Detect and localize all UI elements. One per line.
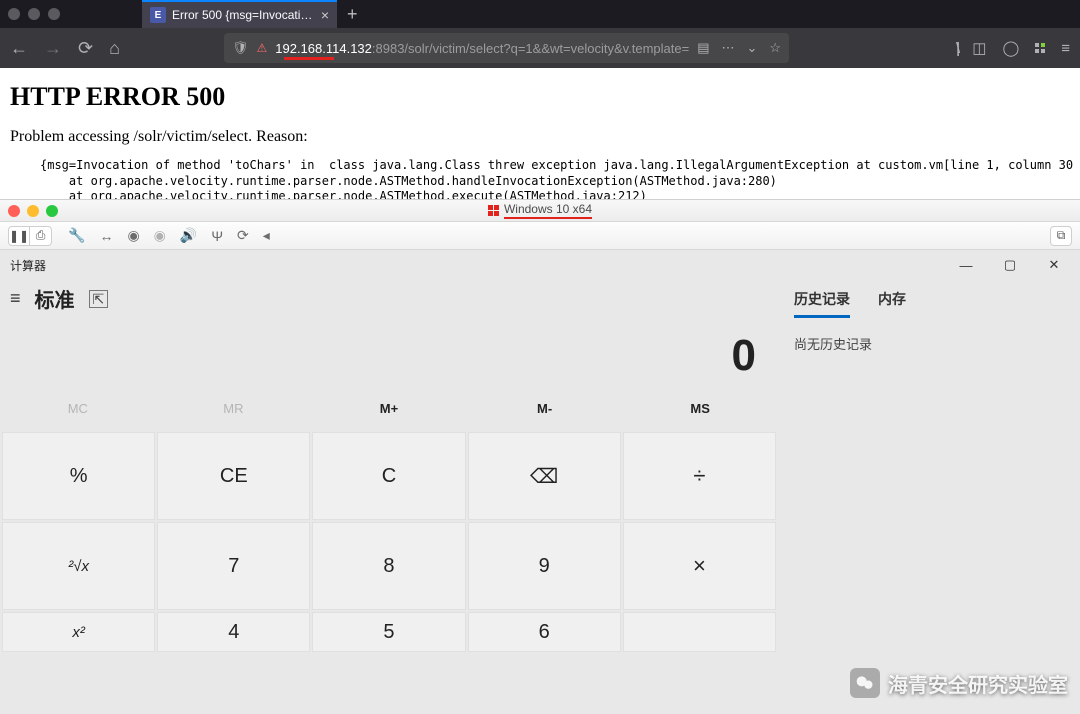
insecure-icon[interactable]: ⚠ (256, 41, 267, 55)
memory-row: MC MR M+ M- MS (0, 395, 778, 432)
key-minus-partial[interactable] (623, 612, 776, 652)
stack-trace: {msg=Invocation of method 'toChars' in c… (10, 158, 1070, 199)
browser-tab[interactable]: E Error 500 {msg=Invocation of m × (142, 0, 337, 28)
forward-button[interactable]: → (44, 38, 62, 59)
close-dot[interactable] (8, 8, 20, 20)
vm-toolbar: ❚❚ ⎙ 🔧 ↔ ◉ ◉ 🔊 Ψ ⟳ ◂ ⧉ (0, 222, 1080, 250)
tab-history[interactable]: 历史记录 (794, 289, 850, 318)
mem-mc[interactable]: MC (0, 395, 156, 422)
minimize-button[interactable]: — (944, 251, 988, 279)
mem-mminus[interactable]: M- (467, 395, 623, 422)
key-ce[interactable]: CE (157, 432, 310, 520)
keep-on-top-icon[interactable]: ⇱ (89, 290, 109, 308)
key-6[interactable]: 6 (468, 612, 621, 652)
calc-display: 0 (0, 321, 778, 395)
key-sqrt[interactable]: ²√x (2, 522, 155, 610)
calc-titlebar[interactable]: 计算器 — ▢ ✕ (0, 250, 1080, 280)
new-tab-button[interactable]: + (347, 4, 358, 25)
key-square[interactable]: x² (2, 612, 155, 652)
key-9[interactable]: 9 (468, 522, 621, 610)
back-button[interactable]: ← (10, 38, 28, 59)
mem-ms[interactable]: MS (622, 395, 778, 422)
menu-icon[interactable]: ≡ (10, 288, 21, 309)
key-8[interactable]: 8 (312, 522, 465, 610)
vm-pause-button[interactable]: ❚❚ (8, 226, 30, 246)
zoom-dot[interactable] (48, 8, 60, 20)
windows-icon (488, 205, 500, 217)
vm-window: Windows 10 x64 ❚❚ ⎙ 🔧 ↔ ◉ ◉ 🔊 Ψ ⟳ ◂ ⧉ 计算… (0, 199, 1080, 714)
mac-traffic-lights (8, 8, 60, 20)
disk-icon[interactable]: ◉ (127, 227, 139, 244)
key-4[interactable]: 4 (157, 612, 310, 652)
vm-zoom-dot[interactable] (46, 205, 58, 217)
browser-toolbar: ← → ⟳ ⌂ 🛡 ⚠ 192.168.114.132:8983/solr/vi… (0, 28, 1080, 68)
settings-icon[interactable]: 🔧 (68, 227, 85, 244)
maximize-button[interactable]: ▢ (988, 251, 1032, 279)
calculator-app: 计算器 — ▢ ✕ ≡ 标准 ⇱ 0 MC MR M+ M- MS (0, 250, 1080, 714)
usb-icon[interactable]: Ψ (211, 228, 223, 244)
home-button[interactable]: ⌂ (109, 38, 120, 59)
extensions-icon[interactable] (1035, 43, 1045, 53)
sound-icon[interactable]: 🔊 (180, 227, 197, 244)
mem-mplus[interactable]: M+ (311, 395, 467, 422)
key-multiply[interactable]: × (623, 522, 776, 610)
menu-icon[interactable]: ≡ (1061, 40, 1070, 57)
keypad: % CE C ⌫ ÷ ²√x 7 8 9 × x² 4 5 6 (0, 432, 778, 700)
mem-mr[interactable]: MR (156, 395, 312, 422)
url-text: 192.168.114.132:8983/solr/victim/select?… (275, 41, 689, 56)
annotation-underline (284, 57, 334, 60)
bookmark-icon[interactable]: ☆ (769, 40, 781, 56)
resize-icon[interactable]: ↔ (99, 228, 113, 244)
vm-snapshot-button[interactable]: ⎙ (30, 226, 52, 246)
key-5[interactable]: 5 (312, 612, 465, 652)
calc-side-panel: 历史记录 内存 尚无历史记录 (778, 321, 1080, 714)
vm-minimize-dot[interactable] (27, 205, 39, 217)
key-percent[interactable]: % (2, 432, 155, 520)
pocket-icon[interactable]: ⌄ (747, 40, 758, 56)
vm-close-dot[interactable] (8, 205, 20, 217)
account-icon[interactable]: ◯ (1002, 39, 1019, 57)
close-icon[interactable]: × (321, 7, 329, 23)
key-divide[interactable]: ÷ (623, 432, 776, 520)
key-7[interactable]: 7 (157, 522, 310, 610)
page-actions-icon[interactable]: ⋯ (722, 40, 735, 56)
key-backspace[interactable]: ⌫ (468, 432, 621, 520)
history-empty-label: 尚无历史记录 (794, 334, 1064, 353)
vm-title: Windows 10 x64 (504, 202, 592, 219)
browser-tabstrip: E Error 500 {msg=Invocation of m × + (0, 0, 1080, 28)
shield-icon[interactable]: 🛡 (232, 40, 249, 56)
tab-title: Error 500 {msg=Invocation of m (172, 8, 315, 22)
cdrom-icon[interactable]: ◉ (154, 227, 166, 244)
tab-memory[interactable]: 内存 (878, 289, 906, 318)
calc-main-panel: 0 MC MR M+ M- MS % CE C ⌫ ÷ ²√x 7 8 (0, 321, 778, 714)
sidebar-icon[interactable]: ◫ (972, 39, 986, 57)
tab-favicon: E (150, 7, 166, 23)
minimize-dot[interactable] (28, 8, 40, 20)
chevron-left-icon[interactable]: ◂ (263, 227, 270, 244)
reader-icon[interactable]: ▤ (697, 40, 709, 56)
page-title: HTTP ERROR 500 (10, 82, 1070, 112)
close-button[interactable]: ✕ (1032, 251, 1076, 279)
refresh-icon[interactable]: ⟳ (237, 227, 249, 244)
calc-app-title: 计算器 (10, 257, 46, 274)
error-reason: Problem accessing /solr/victim/select. R… (10, 128, 1070, 146)
page-content: HTTP ERROR 500 Problem accessing /solr/v… (0, 68, 1080, 199)
vm-titlebar[interactable]: Windows 10 x64 (0, 200, 1080, 222)
vm-fullscreen-button[interactable]: ⧉ (1050, 226, 1072, 246)
url-bar[interactable]: 🛡 ⚠ 192.168.114.132:8983/solr/victim/sel… (224, 33, 789, 63)
reload-button[interactable]: ⟳ (78, 38, 93, 59)
key-c[interactable]: C (312, 432, 465, 520)
calc-mode-label: 标准 (35, 284, 75, 313)
